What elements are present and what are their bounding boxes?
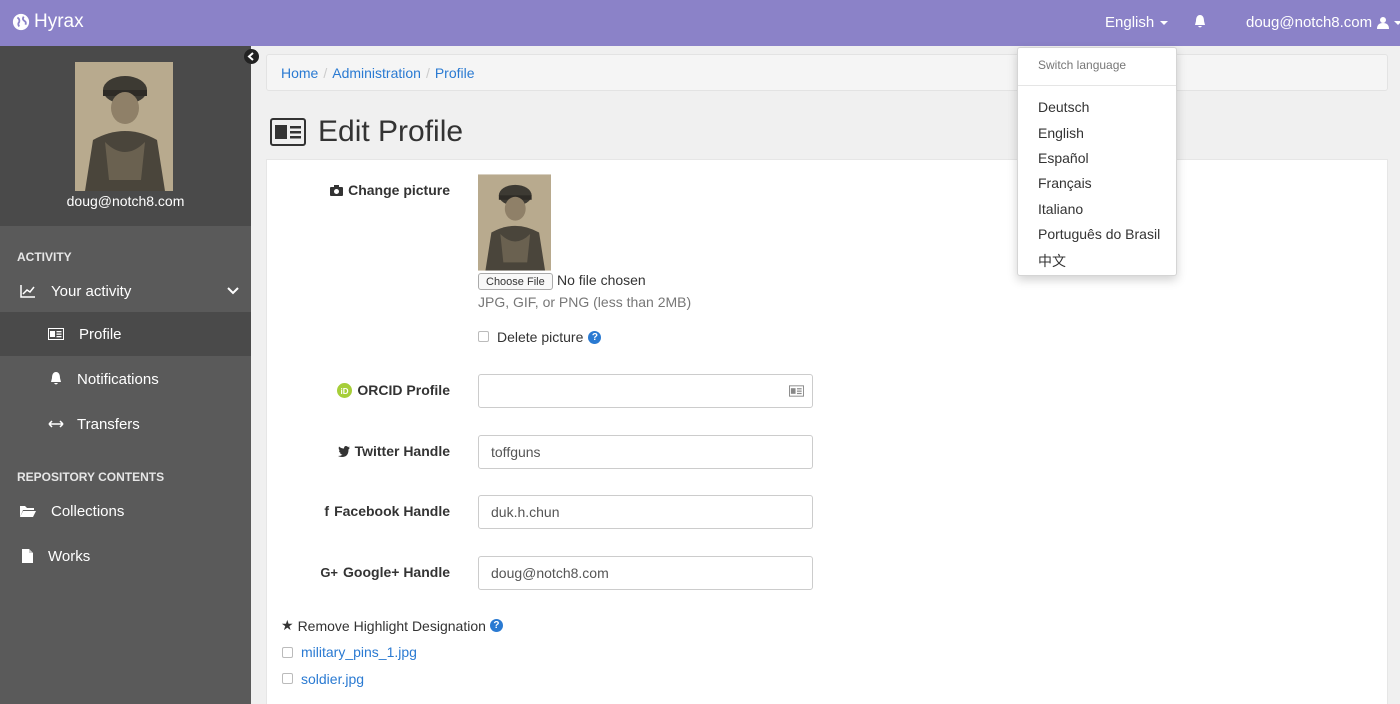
- choose-file-button[interactable]: Choose File: [478, 273, 553, 290]
- user-menu-toggle[interactable]: doug@notch8.com: [1246, 14, 1400, 31]
- id-card-icon: [270, 118, 306, 146]
- sidebar-item-label: Works: [48, 547, 91, 565]
- orcid-label: iD ORCID Profile: [280, 382, 450, 398]
- highlight-file-link[interactable]: military_pins_1.jpg: [301, 644, 417, 660]
- sidebar-item-label: Profile: [79, 325, 122, 343]
- page-title: Edit Profile: [270, 115, 463, 149]
- globe-icon: [12, 13, 30, 31]
- sidebar-item-notifications[interactable]: Notifications: [0, 357, 251, 401]
- twitter-label: Twitter Handle: [280, 443, 450, 459]
- delete-picture-label: Delete picture ?: [497, 329, 602, 345]
- sidebar-item-label: Your activity: [51, 282, 132, 300]
- sidebar-item-label: Notifications: [77, 370, 159, 388]
- top-navbar: Hyrax English doug@notch8.com: [0, 0, 1400, 46]
- sidebar-email: doug@notch8.com: [66, 193, 185, 209]
- change-picture-label: Change picture: [280, 182, 450, 198]
- svg-text:iD: iD: [341, 387, 349, 396]
- bell-icon: [51, 372, 61, 385]
- id-card-icon: [789, 385, 804, 397]
- caret-down-icon: [1394, 20, 1400, 25]
- no-file-text: No file chosen: [557, 272, 646, 288]
- sidebar-collapse-button[interactable]: [244, 49, 259, 64]
- language-menu-header: Switch language: [1038, 58, 1127, 72]
- highlight-file-link[interactable]: soldier.jpg: [301, 671, 364, 687]
- twitter-handle-input[interactable]: toffguns: [478, 435, 813, 469]
- divider: [1018, 85, 1176, 86]
- delete-picture-checkbox[interactable]: [478, 331, 489, 342]
- facebook-label: f Facebook Handle: [324, 503, 450, 519]
- language-dropdown-menu: Switch language Deutsch English Español …: [1017, 47, 1177, 276]
- star-icon: ★: [281, 617, 294, 633]
- file-hint: JPG, GIF, or PNG (less than 2MB): [478, 294, 692, 310]
- breadcrumb-administration[interactable]: Administration: [332, 65, 421, 81]
- brand-link[interactable]: Hyrax: [12, 11, 84, 33]
- facebook-handle-input[interactable]: duk.h.chun: [478, 495, 813, 529]
- google-plus-label: G+ Google+ Handle: [320, 564, 450, 580]
- breadcrumb-home[interactable]: Home: [281, 65, 318, 81]
- chevron-left-icon: [247, 52, 254, 61]
- sidebar-profile: doug@notch8.com: [0, 46, 251, 226]
- sidebar-item-label: Transfers: [77, 415, 140, 433]
- google-plus-handle-input[interactable]: doug@notch8.com: [478, 556, 813, 590]
- arrows-horizontal-icon: [48, 420, 64, 428]
- avatar: [75, 62, 173, 191]
- sidebar: doug@notch8.com ACTIVITY Your activity P…: [0, 46, 251, 704]
- camera-icon: [330, 184, 344, 196]
- language-option-english[interactable]: English: [1038, 125, 1084, 141]
- sidebar-item-collections[interactable]: Collections: [0, 489, 251, 533]
- caret-down-icon: [1160, 20, 1169, 25]
- language-option-portugues[interactable]: Português do Brasil: [1038, 226, 1160, 242]
- line-chart-icon: [20, 285, 35, 298]
- language-dropdown-toggle[interactable]: English: [1105, 14, 1169, 31]
- language-option-chinese[interactable]: 中文: [1038, 251, 1066, 271]
- sidebar-item-profile[interactable]: Profile: [0, 312, 251, 356]
- file-icon: [22, 549, 33, 563]
- language-option-italiano[interactable]: Italiano: [1038, 201, 1083, 217]
- help-icon[interactable]: ?: [588, 330, 602, 344]
- highlight-checkbox[interactable]: [282, 647, 293, 658]
- breadcrumb-profile[interactable]: Profile: [435, 65, 475, 81]
- sidebar-item-your-activity[interactable]: Your activity: [0, 269, 251, 313]
- breadcrumb: Home / Administration / Profile: [266, 54, 1388, 91]
- orcid-field[interactable]: [478, 374, 813, 408]
- highlight-checkbox[interactable]: [282, 673, 293, 684]
- google-plus-icon: G+: [320, 564, 339, 580]
- user-icon: [1377, 17, 1390, 29]
- current-language: English: [1105, 14, 1155, 31]
- profile-picture-preview: [478, 174, 551, 271]
- facebook-icon: f: [324, 503, 330, 519]
- sidebar-item-transfers[interactable]: Transfers: [0, 402, 251, 446]
- sidebar-item-works[interactable]: Works: [0, 534, 251, 578]
- repository-heading: REPOSITORY CONTENTS: [17, 470, 165, 484]
- user-email: doug@notch8.com: [1246, 14, 1373, 31]
- orcid-icon: iD: [337, 382, 353, 398]
- help-icon[interactable]: ?: [489, 619, 503, 632]
- twitter-icon: [337, 445, 350, 457]
- page-title-text: Edit Profile: [318, 115, 464, 148]
- language-option-deutsch[interactable]: Deutsch: [1038, 99, 1089, 115]
- chevron-down-icon: [227, 287, 239, 295]
- language-option-francais[interactable]: Français: [1038, 175, 1092, 191]
- language-option-espanol[interactable]: Español: [1038, 150, 1089, 166]
- remove-highlight-label: ★ Remove Highlight Designation ?: [281, 617, 503, 634]
- activity-heading: ACTIVITY: [17, 250, 72, 264]
- brand-name: Hyrax: [34, 11, 84, 32]
- folder-open-icon: [20, 506, 36, 517]
- bell-icon[interactable]: [1192, 14, 1208, 30]
- sidebar-item-label: Collections: [51, 502, 125, 520]
- id-card-icon: [48, 328, 64, 340]
